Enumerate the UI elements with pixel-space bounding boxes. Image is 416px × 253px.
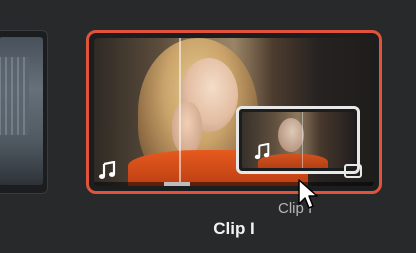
dragged-clip-preview[interactable] bbox=[236, 106, 360, 174]
previous-clip-thumbnail[interactable] bbox=[0, 30, 48, 194]
scrub-bar[interactable] bbox=[94, 182, 374, 186]
previous-clip-window bbox=[0, 57, 29, 135]
clip-name-label[interactable]: Clip I bbox=[86, 219, 382, 239]
music-note-icon bbox=[97, 161, 117, 181]
scrub-knob[interactable] bbox=[164, 182, 190, 186]
music-note-icon bbox=[253, 143, 271, 161]
skim-playhead bbox=[179, 38, 181, 186]
resize-corner-icon bbox=[344, 164, 362, 178]
mouse-pointer-icon bbox=[296, 178, 322, 212]
media-pool-panel: Clip I Clip I bbox=[0, 0, 416, 253]
